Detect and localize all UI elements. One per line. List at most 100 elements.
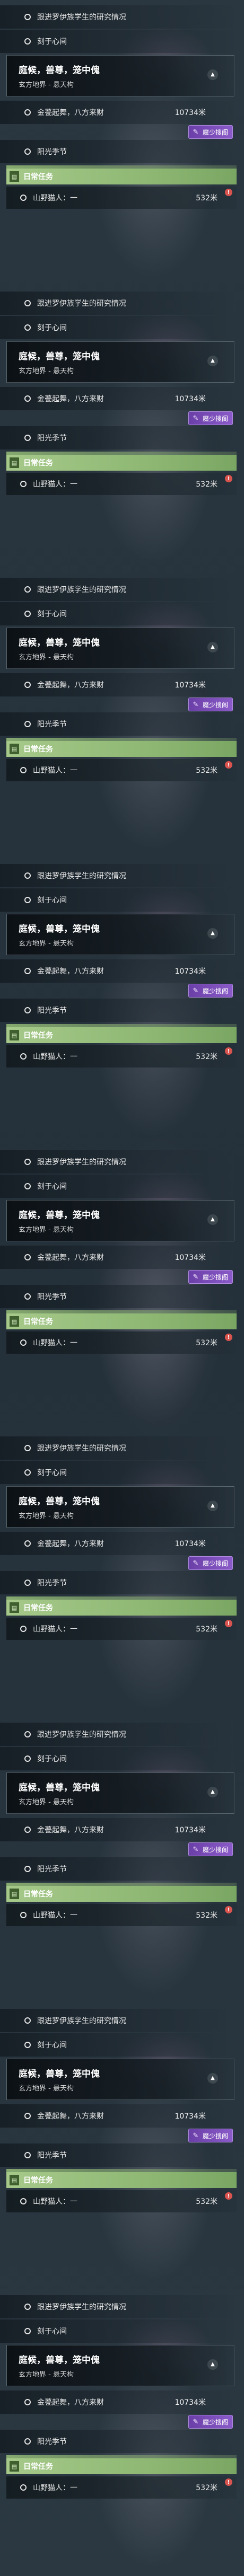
daily-quest-item[interactable]: 山野猫人：一 532米 ! (6, 2190, 237, 2212)
quest-item-wealth[interactable]: 金甍起舞，八方来财 10734米 (0, 1246, 233, 1269)
quest-distance: 10734米 (175, 1540, 206, 1548)
quest-item-label: 阳光季节 (37, 720, 67, 729)
main-quest-card[interactable]: 庭候，兽尊，笼中傀 玄方地界 - 悬天构 ▲ (6, 341, 234, 383)
main-quest-title: 庭候，兽尊，笼中傀 (19, 351, 100, 362)
quest-item-heart[interactable]: 刻于心间 (0, 2033, 233, 2057)
quest-item-heart[interactable]: 刻于心间 (0, 30, 233, 53)
quest-item-heart[interactable]: 刻于心间 (0, 1747, 233, 1770)
event-badge[interactable]: ✎ 魔少搜阁 (188, 125, 233, 139)
quest-item-wealth[interactable]: 金甍起舞，八方来财 10734米 (0, 2390, 233, 2414)
quest-item-sunlight[interactable]: 阳光季节 (0, 2430, 233, 2453)
quest-item-research[interactable]: 跟进罗伊族学生的研究情况 (0, 578, 233, 601)
daily-quest-distance: 532米 (196, 1053, 217, 1061)
quest-item-research[interactable]: 跟进罗伊族学生的研究情况 (0, 1150, 233, 1174)
quest-item-wealth[interactable]: 金甍起舞，八方来财 10734米 (0, 673, 233, 696)
collapse-chevron-up-icon[interactable]: ▲ (207, 642, 218, 652)
event-badge[interactable]: ✎ 魔少搜阁 (188, 984, 233, 998)
collapse-chevron-up-icon[interactable]: ▲ (207, 356, 218, 366)
daily-quest-header[interactable]: ▤ 日常任务 (6, 2458, 237, 2474)
quest-radio-icon (24, 1731, 31, 1737)
quest-item-heart[interactable]: 刻于心间 (0, 602, 233, 625)
event-badge-label: 魔少搜阁 (203, 987, 229, 995)
quest-item-sunlight[interactable]: 阳光季节 (0, 1857, 233, 1881)
quest-item-heart[interactable]: 刻于心间 (0, 1175, 233, 1198)
daily-quest-distance: 532米 (196, 194, 217, 202)
quest-item-heart[interactable]: 刻于心间 (0, 888, 233, 912)
quest-radio-icon (24, 682, 31, 688)
main-quest-card[interactable]: 庭候，兽尊，笼中傀 玄方地界 - 悬天构 ▲ (6, 2059, 234, 2100)
daily-quest-header[interactable]: ▤ 日常任务 (6, 1600, 237, 1616)
collapse-chevron-up-icon[interactable]: ▲ (207, 1787, 218, 1797)
collapse-chevron-up-icon[interactable]: ▲ (207, 2359, 218, 2370)
quest-item-sunlight[interactable]: 阳光季节 (0, 426, 233, 449)
daily-quest-item[interactable]: 山野猫人：一 532米 ! (6, 2476, 237, 2499)
main-quest-card[interactable]: 庭候，兽尊，笼中傀 玄方地界 - 悬天构 ▲ (6, 1486, 234, 1528)
main-quest-card[interactable]: 庭候，兽尊，笼中傀 玄方地界 - 悬天构 ▲ (6, 628, 234, 669)
quest-radio-icon (24, 109, 31, 116)
daily-quest-item[interactable]: 山野猫人：一 532米 ! (6, 759, 237, 781)
quest-item-sunlight[interactable]: 阳光季节 (0, 140, 233, 163)
main-quest-card[interactable]: 庭候，兽尊，笼中傀 玄方地界 - 悬天构 ▲ (6, 2345, 234, 2386)
quest-item-wealth[interactable]: 金甍起舞，八方来财 10734米 (0, 2104, 233, 2128)
main-quest-card[interactable]: 庭候，兽尊，笼中傀 玄方地界 - 悬天构 ▲ (6, 1772, 234, 1814)
main-quest-card[interactable]: 庭候，兽尊，笼中傀 玄方地界 - 悬天构 ▲ (6, 1200, 234, 1241)
daily-quest-header[interactable]: ▤ 日常任务 (6, 2172, 237, 2188)
quest-item-wealth[interactable]: 金甍起舞，八方来财 10734米 (0, 387, 233, 410)
collapse-chevron-up-icon[interactable]: ▲ (207, 928, 218, 939)
collapse-chevron-up-icon[interactable]: ▲ (207, 2073, 218, 2084)
quest-item-research[interactable]: 跟进罗伊族学生的研究情况 (0, 5, 233, 29)
quest-item-wealth[interactable]: 金甍起舞，八方来财 10734米 (0, 959, 233, 983)
quest-radio-icon (24, 324, 31, 331)
quest-item-research[interactable]: 跟进罗伊族学生的研究情况 (0, 2009, 233, 2032)
collapse-chevron-up-icon[interactable]: ▲ (207, 1501, 218, 1511)
event-badge-label: 魔少搜阁 (203, 1273, 229, 1281)
event-badge[interactable]: ✎ 魔少搜阁 (188, 1556, 233, 1570)
quest-item-heart[interactable]: 刻于心间 (0, 1461, 233, 1484)
quest-item-label: 金甍起舞，八方来财 (37, 967, 104, 976)
daily-quest-item[interactable]: 山野猫人：一 532米 ! (6, 187, 237, 209)
main-quest-subtitle: 玄方地界 - 悬天构 (19, 2371, 74, 2379)
quest-item-heart[interactable]: 刻于心间 (0, 316, 233, 339)
quest-item-sunlight[interactable]: 阳光季节 (0, 1285, 233, 1308)
event-badge[interactable]: ✎ 魔少搜阁 (188, 698, 233, 711)
event-badge[interactable]: ✎ 魔少搜阁 (188, 1270, 233, 1284)
daily-quest-header[interactable]: ▤ 日常任务 (6, 169, 237, 184)
event-badge[interactable]: ✎ 魔少搜阁 (188, 1842, 233, 1856)
collapse-chevron-up-icon[interactable]: ▲ (207, 69, 218, 80)
quest-item-wealth[interactable]: 金甍起舞，八方来财 10734米 (0, 1532, 233, 1555)
collapse-chevron-up-icon[interactable]: ▲ (207, 1214, 218, 1225)
quest-item-research[interactable]: 跟进罗伊族学生的研究情况 (0, 864, 233, 887)
alert-mark-icon: ! (225, 2192, 232, 2200)
quest-item-sunlight[interactable]: 阳光季节 (0, 2143, 233, 2167)
event-badge[interactable]: ✎ 魔少搜阁 (188, 411, 233, 425)
event-badge[interactable]: ✎ 魔少搜阁 (188, 2129, 233, 2142)
quest-item-sunlight[interactable]: 阳光季节 (0, 712, 233, 736)
main-quest-card[interactable]: 庭候，兽尊，笼中傀 玄方地界 - 悬天构 ▲ (6, 914, 234, 955)
daily-quest-header[interactable]: ▤ 日常任务 (6, 1027, 237, 1043)
quest-item-research[interactable]: 跟进罗伊族学生的研究情况 (0, 1723, 233, 1746)
quest-tracker-panel-4: 跟进罗伊族学生的研究情况 刻于心间 庭候，兽尊，笼中傀 玄方地界 - 悬天构 ▲… (0, 859, 244, 1145)
main-quest-card[interactable]: 庭候，兽尊，笼中傀 玄方地界 - 悬天构 ▲ (6, 55, 234, 96)
quest-item-heart[interactable]: 刻于心间 (0, 2319, 233, 2343)
daily-quest-item[interactable]: 山野猫人：一 532米 ! (6, 1331, 237, 1354)
daily-quest-label: 山野猫人：一 (33, 1339, 77, 1347)
quest-item-wealth[interactable]: 金甍起舞，八方来财 10734米 (0, 101, 233, 124)
quest-item-sunlight[interactable]: 阳光季节 (0, 999, 233, 1022)
quest-item-sunlight[interactable]: 阳光季节 (0, 1571, 233, 1594)
quest-item-wealth[interactable]: 金甍起舞，八方来财 10734米 (0, 1818, 233, 1841)
daily-quest-header[interactable]: ▤ 日常任务 (6, 741, 237, 757)
quest-item-research[interactable]: 跟进罗伊族学生的研究情况 (0, 292, 233, 315)
daily-quest-header[interactable]: ▤ 日常任务 (6, 1313, 237, 1329)
daily-quest-header[interactable]: ▤ 日常任务 (6, 1886, 237, 1902)
quest-radio-icon (24, 1827, 31, 1833)
event-badge[interactable]: ✎ 魔少搜阁 (188, 2415, 233, 2429)
daily-quest-item[interactable]: 山野猫人：一 532米 ! (6, 1904, 237, 1926)
quest-item-research[interactable]: 跟进罗伊族学生的研究情况 (0, 2295, 233, 2318)
daily-quest-item[interactable]: 山野猫人：一 532米 ! (6, 473, 237, 495)
quest-item-research[interactable]: 跟进罗伊族学生的研究情况 (0, 1436, 233, 1460)
daily-quest-header[interactable]: ▤ 日常任务 (6, 455, 237, 471)
event-badge-label: 魔少搜阁 (203, 2132, 229, 2140)
daily-quest-item[interactable]: 山野猫人：一 532米 ! (6, 1045, 237, 1068)
daily-quest-item[interactable]: 山野猫人：一 532米 ! (6, 1618, 237, 1640)
quest-item-label: 跟进罗伊族学生的研究情况 (37, 1731, 126, 1739)
